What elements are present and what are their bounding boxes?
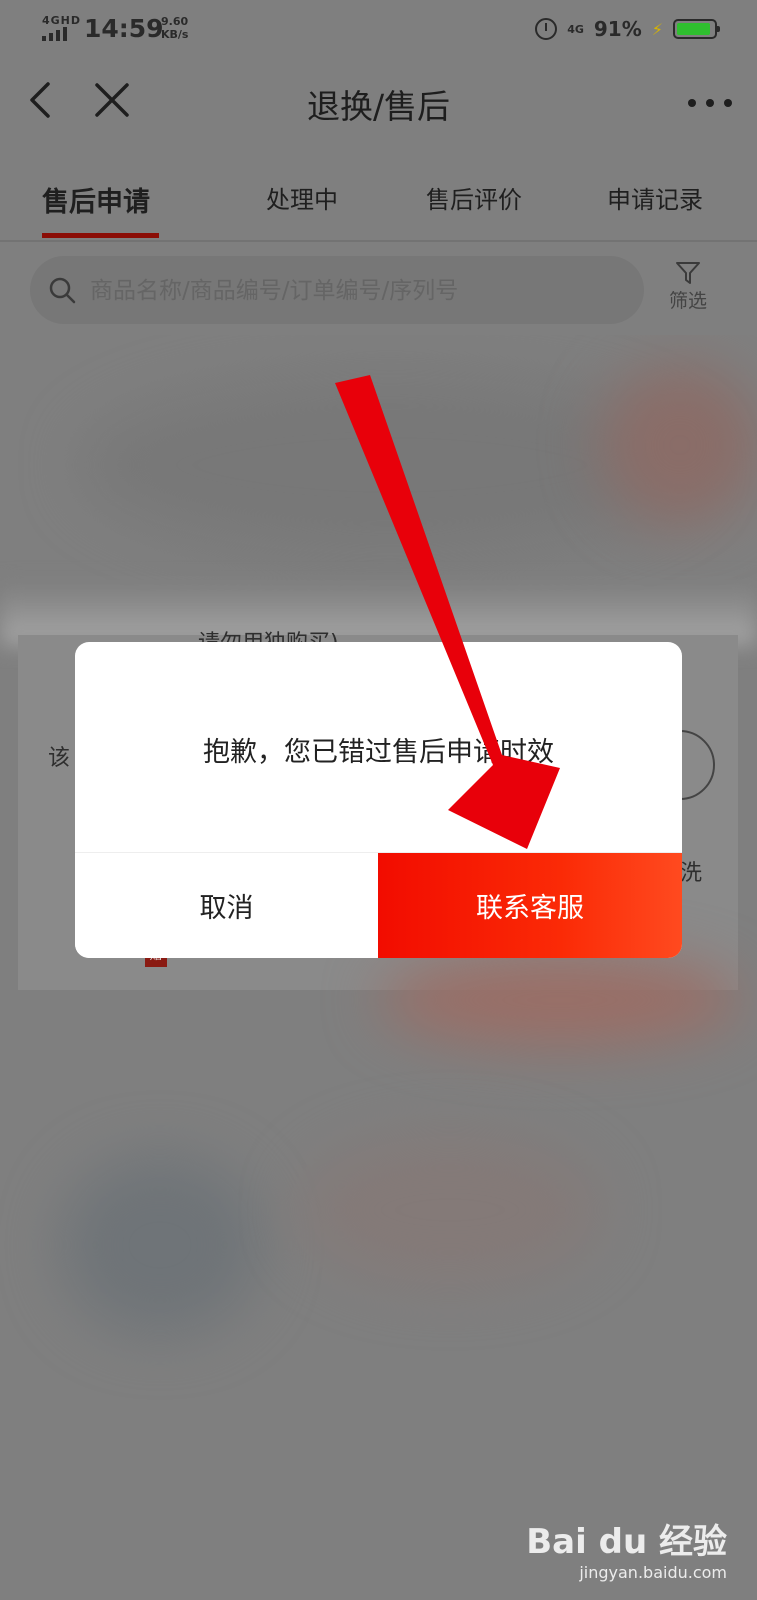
cancel-button[interactable]: 取消 — [75, 853, 378, 958]
search-icon — [49, 277, 76, 304]
speed-value: 9.60 — [161, 15, 189, 28]
network-speed: 9.60 KB/s — [161, 15, 188, 41]
watermark: Bai du 经验 jingyan.baidu.com — [526, 1514, 727, 1582]
app-header: 退换/售后 — [0, 58, 757, 148]
tab-apply-records[interactable]: 申请记录 — [607, 180, 703, 215]
watermark-url: jingyan.baidu.com — [579, 1563, 727, 1582]
blur-blob — [300, 1135, 600, 1285]
tab-after-sale-apply[interactable]: 售后申请 — [42, 180, 150, 219]
tab-processing[interactable]: 处理中 — [266, 180, 338, 215]
signal-icon — [42, 27, 72, 41]
bg-fragment-right: 洗 — [680, 861, 703, 886]
blur-blob — [380, 955, 740, 1045]
clock-time: 14:59 — [84, 14, 164, 43]
watermark-brand: Bai du 经验 — [526, 1522, 727, 1562]
network-4g: 4G — [567, 22, 584, 36]
search-input[interactable] — [88, 266, 632, 316]
blur-blob — [60, 1155, 260, 1335]
battery-fill — [677, 23, 710, 35]
bg-fragment-left: 该 — [48, 746, 71, 771]
tab-bar: 售后申请 处理中 售后评价 申请记录 — [0, 160, 757, 242]
search-bar — [30, 256, 644, 324]
status-bar: 4GHD 14:59 9.60 KB/s 4G 91% ⚡ — [0, 0, 757, 58]
filter-label: 筛选 — [668, 290, 707, 312]
blur-blob — [600, 365, 757, 525]
filter-button[interactable]: 筛选 — [663, 260, 713, 320]
active-tab-indicator — [42, 233, 159, 238]
battery-icon — [673, 19, 720, 39]
tab-after-sale-review[interactable]: 售后评价 — [426, 180, 522, 215]
annotation-arrow-icon — [335, 375, 560, 849]
battery-percent: 91% — [593, 17, 642, 41]
network-type: 4GHD — [42, 14, 82, 27]
status-right: 4G 91% ⚡ — [535, 14, 720, 44]
filter-icon — [676, 262, 700, 284]
more-icon[interactable] — [687, 98, 733, 108]
page-title: 退换/售后 — [306, 87, 451, 126]
charging-icon: ⚡ — [651, 19, 663, 39]
speed-unit: KB/s — [161, 28, 189, 41]
contact-service-button[interactable]: 联系客服 — [378, 853, 682, 958]
alarm-icon — [535, 18, 558, 40]
